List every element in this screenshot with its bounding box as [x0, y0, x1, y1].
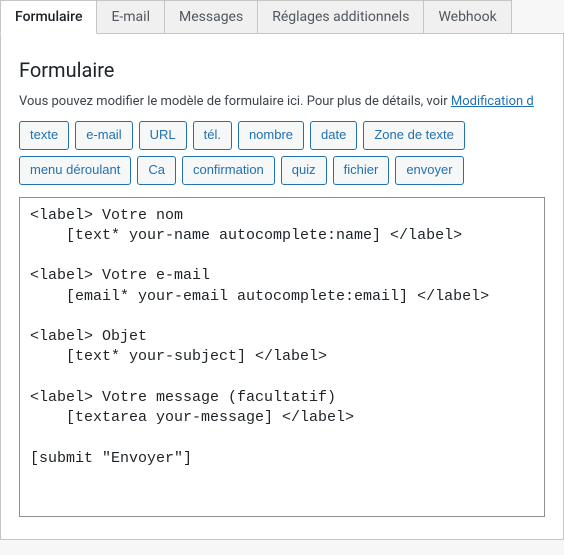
- tag-zone-de-texte[interactable]: Zone de texte: [363, 121, 465, 150]
- tab-webhook[interactable]: Webhook: [424, 0, 511, 34]
- tab-email[interactable]: E-mail: [97, 0, 165, 34]
- tag-nombre[interactable]: nombre: [238, 121, 304, 150]
- section-title: Formulaire: [19, 58, 545, 82]
- help-prefix: Vous pouvez modifier le modèle de formul…: [19, 94, 451, 109]
- tag-confirmation[interactable]: confirmation: [182, 156, 275, 185]
- tag-ca-truncated[interactable]: Ca: [137, 156, 176, 185]
- tag-quiz[interactable]: quiz: [281, 156, 327, 185]
- form-panel: Formulaire Vous pouvez modifier le modèl…: [0, 34, 564, 540]
- tag-fichier[interactable]: fichier: [333, 156, 390, 185]
- tab-messages[interactable]: Messages: [165, 0, 258, 34]
- tag-date[interactable]: date: [310, 121, 357, 150]
- tag-menu-deroulant[interactable]: menu déroulant: [19, 156, 131, 185]
- tag-email[interactable]: e-mail: [75, 121, 132, 150]
- help-text: Vous pouvez modifier le modèle de formul…: [19, 94, 545, 109]
- help-link[interactable]: Modification d: [451, 94, 534, 109]
- form-template-textarea[interactable]: [19, 197, 545, 517]
- tag-envoyer[interactable]: envoyer: [395, 156, 463, 185]
- tag-tel[interactable]: tél.: [193, 121, 232, 150]
- tag-generator-buttons: texte e-mail URL tél. nombre date Zone d…: [19, 121, 545, 185]
- tag-texte[interactable]: texte: [19, 121, 69, 150]
- tabs-bar: Formulaire E-mail Messages Réglages addi…: [0, 0, 564, 34]
- tab-formulaire[interactable]: Formulaire: [0, 0, 97, 34]
- tab-reglages-additionnels[interactable]: Réglages additionnels: [258, 0, 424, 34]
- tag-url[interactable]: URL: [139, 121, 187, 150]
